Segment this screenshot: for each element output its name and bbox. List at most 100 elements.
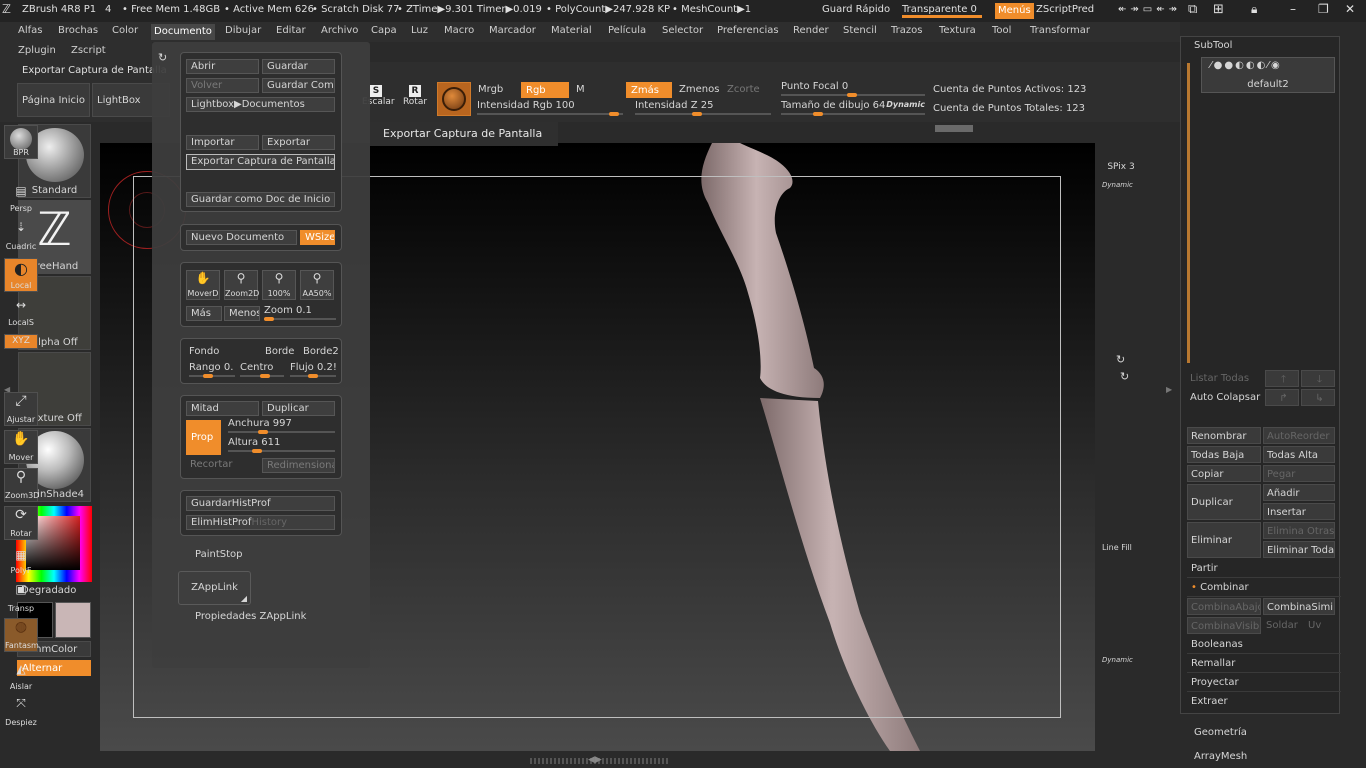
split-section[interactable]: Partir (1187, 559, 1341, 578)
menu-tool[interactable]: Tool (992, 25, 1011, 36)
right-tray-arrow-icon[interactable]: ▶ (1166, 385, 1172, 394)
export-screenshot-button[interactable]: Exportar Captura de Pantalla (186, 154, 335, 170)
subtool-title[interactable]: SubTool (1194, 40, 1232, 51)
height-slider[interactable]: Altura 611 (228, 437, 335, 453)
local-button[interactable]: ◐ Local (4, 258, 38, 292)
subtool-scrollbar[interactable] (1187, 63, 1190, 363)
rgb-button[interactable]: Rgb (521, 82, 569, 98)
menu-zscript[interactable]: Zscript (71, 45, 106, 56)
all-high-button[interactable]: Todas Alta (1263, 446, 1335, 463)
menu-color[interactable]: Color (112, 25, 138, 36)
subtool-item-toggle-icons[interactable]: ⁄●●◐◐◐⁄◉ (1210, 60, 1282, 71)
store-depth-history-button[interactable]: GuardarHistProf (186, 496, 335, 511)
line-fill-toggle[interactable]: Line Fill (1102, 543, 1132, 552)
menu-macro[interactable]: Macro (444, 25, 474, 36)
autoreorder-button[interactable]: AutoReorder (1263, 427, 1335, 444)
m-button[interactable]: M (572, 82, 620, 98)
floor-grid-button[interactable]: ⇣ Cuadric (4, 220, 38, 252)
frame-button[interactable]: ⤢ Ajustar (4, 392, 38, 426)
menu-archivo[interactable]: Archivo (321, 25, 358, 36)
menu-render[interactable]: Render (793, 25, 829, 36)
save-startup-doc-button[interactable]: Guardar como Doc de Inicio (186, 192, 335, 207)
solo-button[interactable]: ◭ Aislar (4, 662, 38, 692)
menu-luz[interactable]: Luz (411, 25, 428, 36)
subtool-item-default2[interactable]: ⁄●●◐◐◐⁄◉ default2 (1201, 57, 1335, 93)
paintstop-label[interactable]: PaintStop (195, 549, 242, 560)
rgb-intensity-slider[interactable]: Intensidad Rgb 100 (477, 100, 623, 116)
panel-pin-icon[interactable]: ↻ (158, 51, 167, 64)
extract-section[interactable]: Extraer (1187, 692, 1341, 711)
double-button[interactable]: Duplicar (262, 401, 335, 416)
rotate3d-button[interactable]: ⟳ Rotar (4, 506, 38, 540)
open-button[interactable]: Abrir (186, 59, 259, 74)
arrow-down-right-icon[interactable]: ↳ (1301, 389, 1335, 406)
duplicate-button[interactable]: Duplicar (1187, 484, 1261, 520)
all-low-button[interactable]: Todas Baja (1187, 446, 1261, 463)
zsub-button[interactable]: Zmenos (675, 82, 721, 98)
zscript-button[interactable]: ZScriptPred (1036, 4, 1094, 15)
layout-icon[interactable]: ⊞ (1213, 2, 1224, 17)
move-up-arrow-icon[interactable]: 🡑 (1265, 370, 1299, 387)
import-button[interactable]: Importar (186, 135, 259, 150)
antialias-half-button[interactable]: ⚲ AA50% (300, 270, 334, 300)
zadd-button[interactable]: Zmás (626, 82, 672, 98)
weld-button[interactable]: Soldar (1263, 617, 1305, 634)
menu-stencil[interactable]: Stencil (843, 25, 877, 36)
list-all-button[interactable]: Listar Todas (1187, 370, 1263, 387)
auto-collapse-button[interactable]: Auto Colapsar (1187, 389, 1263, 406)
proportional-button[interactable]: Prop (186, 420, 221, 455)
quicksave-button[interactable]: Guard Rápido (822, 4, 890, 15)
save-button[interactable]: Guardar (262, 59, 335, 74)
bottom-tray-handle[interactable]: ◀▶ (100, 755, 1095, 768)
half-button[interactable]: Mitad (186, 401, 259, 416)
rename-button[interactable]: Renombrar (1187, 427, 1261, 444)
crop-button[interactable]: Recortar (186, 458, 259, 473)
menu-textura[interactable]: Textura (939, 25, 976, 36)
delete-depth-history-button[interactable]: ElimHistProfHistory (186, 515, 335, 530)
focal-point-slider[interactable]: Punto Focal 0 (781, 81, 925, 97)
width-slider[interactable]: Anchura 997 (228, 418, 335, 434)
paste-button[interactable]: Pegar (1263, 465, 1335, 482)
append-button[interactable]: Añadir (1263, 484, 1335, 501)
new-document-button[interactable]: Nuevo Documento (186, 230, 297, 245)
ghost-button[interactable]: ◍ Fantasm (4, 618, 39, 652)
dynamic-solo-toggle[interactable]: Dynamic (1102, 656, 1133, 664)
draw-size-slider[interactable]: Tamaño de dibujo 64 Dynamic (781, 100, 925, 116)
transparent-slider[interactable]: Transparente 0 (902, 4, 982, 18)
menu-marcador[interactable]: Marcador (489, 25, 536, 36)
back-color-label[interactable]: Fondo (189, 346, 219, 357)
save-as-button[interactable]: Guardar Como (262, 78, 335, 93)
lock-icon[interactable]: 🔒︎ (1251, 2, 1257, 17)
menu-selector[interactable]: Selector (662, 25, 703, 36)
delete-all-button[interactable]: Eliminar Todas (1263, 541, 1335, 558)
main-color-swatch[interactable] (55, 602, 91, 638)
zoom-slider[interactable]: Zoom 0.1 (264, 305, 336, 321)
resize-button[interactable]: Redimensiona (262, 458, 335, 473)
dynamic-toggle[interactable]: Dynamic (886, 100, 925, 109)
delete-other-button[interactable]: Elimina Otras (1263, 522, 1335, 539)
menu-pelicula[interactable]: Película (608, 25, 646, 36)
insert-button[interactable]: Insertar (1263, 503, 1335, 520)
menu-zplugin[interactable]: Zplugin (18, 45, 56, 56)
delete-button[interactable]: Eliminar (1187, 522, 1261, 558)
arraymesh-section[interactable]: ArrayMesh (1194, 751, 1247, 762)
persp-button[interactable]: ▤ Persp (4, 184, 38, 214)
bpr-button[interactable]: BPR (4, 125, 38, 159)
menus-button[interactable]: Menús (995, 3, 1034, 19)
zapplink-button[interactable]: ZAppLink ◢ (178, 571, 251, 605)
zoom-out-button[interactable]: Menos (224, 306, 260, 321)
boolean-section[interactable]: Booleanas (1187, 635, 1341, 654)
menu-editar[interactable]: Editar (276, 25, 306, 36)
home-page-button[interactable]: Página Inicio (17, 83, 90, 117)
menu-capa[interactable]: Capa (371, 25, 397, 36)
zoom-in-button[interactable]: Más (186, 306, 222, 321)
wsize-button[interactable]: WSize (300, 230, 335, 245)
lightbox-documents-button[interactable]: Lightbox▶Documentos (186, 97, 335, 112)
merge-similar-button[interactable]: CombinaSimilar (1263, 598, 1335, 615)
move-down-arrow-icon[interactable]: 🡓 (1301, 370, 1335, 387)
geometry-section[interactable]: Geometría (1194, 727, 1247, 738)
rate-slider[interactable]: Flujo 0.2! (290, 362, 336, 378)
merge-down-button[interactable]: CombinaAbajo (1187, 598, 1261, 615)
revert-button[interactable]: Volver (186, 78, 259, 93)
border2-label[interactable]: Borde2 (303, 346, 339, 357)
